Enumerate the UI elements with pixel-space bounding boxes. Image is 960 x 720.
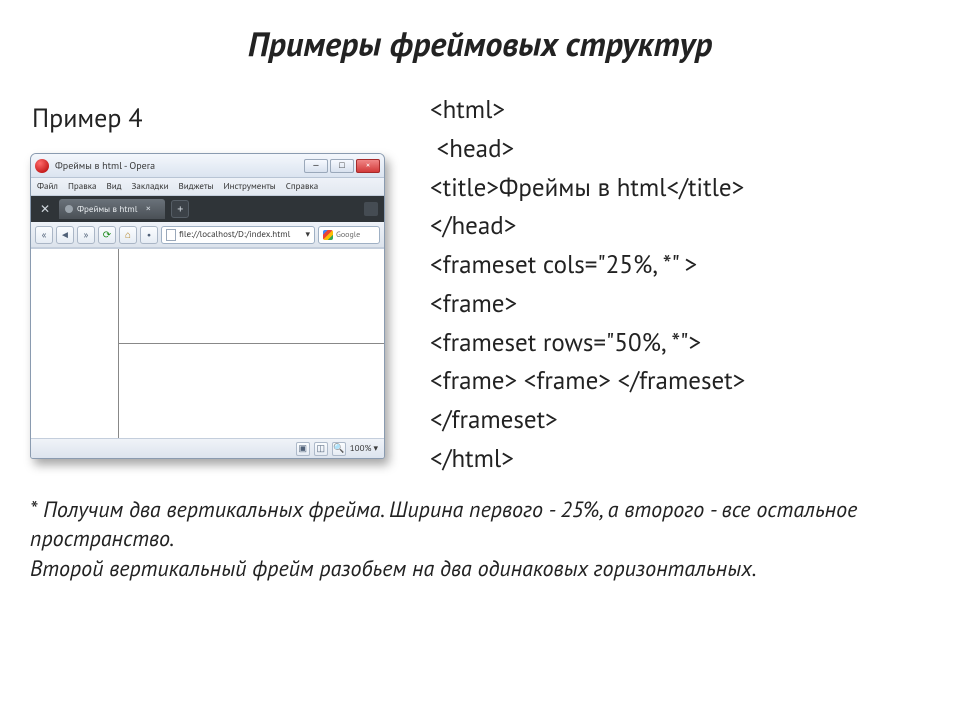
menubar: Файл Правка Вид Закладки Виджеты Инструм… bbox=[31, 178, 384, 196]
opera-icon bbox=[35, 159, 49, 173]
frame-left bbox=[31, 249, 119, 438]
menu-view[interactable]: Вид bbox=[106, 181, 121, 192]
camera-icon[interactable]: ▣ bbox=[296, 442, 310, 456]
code-line: <frame> <frame> </frameset> bbox=[430, 361, 930, 400]
window-titlebar: Фреймы в html - Opera — □ × bbox=[31, 154, 384, 178]
code-line: <frameset rows="50%, *"> bbox=[430, 323, 930, 362]
forward-button[interactable]: » bbox=[77, 226, 95, 244]
search-placeholder: Google bbox=[336, 230, 360, 240]
google-icon bbox=[323, 230, 333, 240]
frame-top bbox=[119, 249, 384, 344]
rewind-button[interactable]: « bbox=[35, 226, 53, 244]
tab-label: Фреймы в html bbox=[77, 204, 137, 215]
wand-button[interactable]: • bbox=[140, 226, 158, 244]
zoom-value: 100% bbox=[350, 443, 372, 454]
frame-bottom bbox=[119, 344, 384, 438]
code-listing: <html> <head> <title>Фреймы в html</titl… bbox=[430, 84, 930, 478]
window-title: Фреймы в html - Opera bbox=[55, 159, 298, 172]
panel-toggle-icon[interactable]: ✕ bbox=[37, 201, 53, 217]
code-line: </frameset> bbox=[430, 400, 930, 439]
code-line: <frame> bbox=[430, 284, 930, 323]
frame-right bbox=[119, 249, 384, 438]
dropdown-icon[interactable]: ▾ bbox=[305, 229, 310, 240]
menu-edit[interactable]: Правка bbox=[68, 181, 97, 192]
address-input[interactable]: file://localhost/D:/index.html ▾ bbox=[161, 226, 315, 244]
footer-line1: * Получим два вертикальных фрейма. Ширин… bbox=[30, 496, 930, 555]
code-line: </html> bbox=[430, 439, 930, 478]
chevron-down-icon: ▾ bbox=[373, 443, 378, 454]
back-button[interactable]: ◄ bbox=[56, 226, 74, 244]
menu-tools[interactable]: Инструменты bbox=[224, 181, 276, 192]
footer-line2: Второй вертикальный фрейм разобьем на дв… bbox=[30, 555, 930, 585]
menu-widgets[interactable]: Виджеты bbox=[179, 181, 214, 192]
menu-help[interactable]: Справка bbox=[286, 181, 319, 192]
close-button[interactable]: × bbox=[356, 159, 380, 173]
footer-note: * Получим два вертикальных фрейма. Ширин… bbox=[0, 478, 960, 585]
content-row: Пример 4 Фреймы в html - Opera — □ × Фай… bbox=[0, 74, 960, 478]
code-line: <head> bbox=[430, 129, 930, 168]
maximize-button[interactable]: □ bbox=[330, 159, 354, 173]
search-input[interactable]: Google bbox=[318, 226, 380, 244]
left-column: Пример 4 Фреймы в html - Opera — □ × Фай… bbox=[30, 84, 400, 478]
tabbar: ✕ Фреймы в html × + bbox=[31, 196, 384, 222]
code-line: </head> bbox=[430, 206, 930, 245]
tab-close-icon[interactable]: × bbox=[141, 202, 155, 216]
new-tab-button[interactable]: + bbox=[171, 200, 189, 218]
menu-bookmarks[interactable]: Закладки bbox=[132, 181, 169, 192]
minimize-button[interactable]: — bbox=[304, 159, 328, 173]
code-line: <frameset cols="25%, *" > bbox=[430, 245, 930, 284]
page-viewport bbox=[31, 248, 384, 438]
statusbar: ▣ ◫ 🔍 100% ▾ bbox=[31, 438, 384, 458]
window-controls: — □ × bbox=[304, 159, 380, 173]
example-label: Пример 4 bbox=[30, 84, 400, 153]
reload-button[interactable]: ⟳ bbox=[98, 226, 116, 244]
tab-favicon-icon bbox=[65, 205, 73, 213]
code-line: <html> bbox=[430, 90, 930, 129]
view-icon[interactable]: ◫ bbox=[314, 442, 328, 456]
trash-icon[interactable] bbox=[364, 202, 378, 216]
menu-file[interactable]: Файл bbox=[37, 181, 58, 192]
address-text: file://localhost/D:/index.html bbox=[179, 229, 290, 240]
browser-window: Фреймы в html - Opera — □ × Файл Правка … bbox=[30, 153, 385, 459]
tab-active[interactable]: Фреймы в html × bbox=[59, 199, 165, 219]
home-button[interactable]: ⌂ bbox=[119, 226, 137, 244]
slide-title: Примеры фреймовых структур bbox=[0, 0, 960, 74]
file-icon bbox=[166, 229, 176, 241]
zoom-icon[interactable]: 🔍 bbox=[332, 442, 346, 456]
code-line: <title>Фреймы в html</title> bbox=[430, 168, 930, 207]
address-toolbar: « ◄ » ⟳ ⌂ • file://localhost/D:/index.ht… bbox=[31, 222, 384, 248]
zoom-level[interactable]: 100% ▾ bbox=[350, 443, 378, 454]
